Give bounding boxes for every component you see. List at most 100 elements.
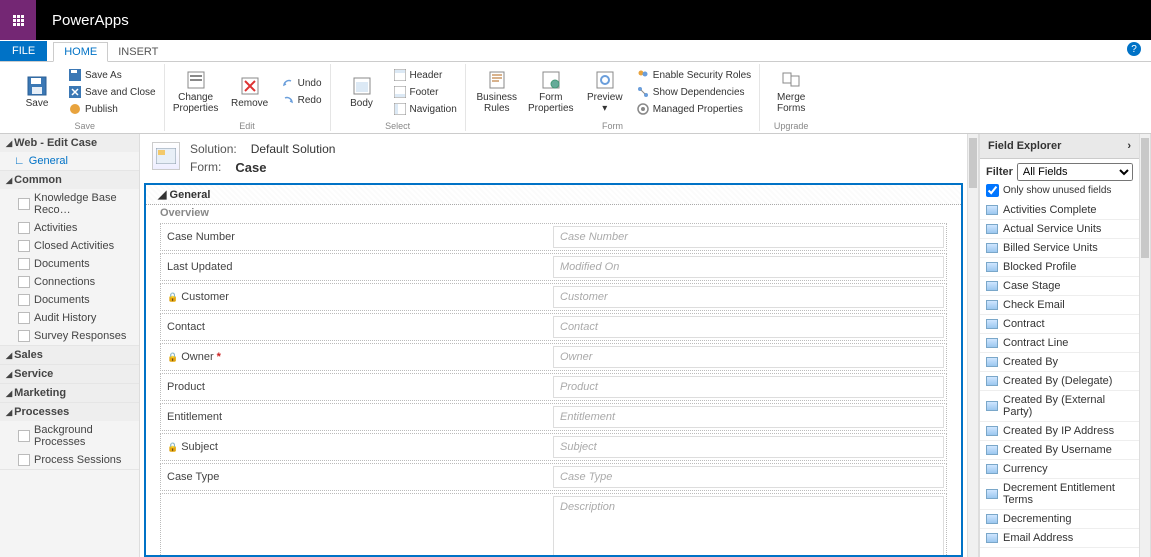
section-general[interactable]: ◢ General xyxy=(146,185,961,205)
form-field[interactable]: ProductProduct xyxy=(160,373,947,401)
field-placeholder[interactable]: Customer xyxy=(553,286,944,308)
form-field[interactable]: DescriptionDescription xyxy=(160,493,947,557)
form-field[interactable]: Last UpdatedModified On xyxy=(160,253,947,281)
nav-service[interactable]: ◢Service xyxy=(0,365,139,383)
field-icon xyxy=(986,243,998,253)
explorer-item[interactable]: Created By (External Party) xyxy=(980,391,1139,422)
field-placeholder[interactable]: Case Number xyxy=(553,226,944,248)
nav-item[interactable]: Documents xyxy=(0,291,139,309)
nav-item[interactable]: Background Processes xyxy=(0,421,139,451)
field-icon xyxy=(986,338,998,348)
nav-processes[interactable]: ◢Processes xyxy=(0,403,139,421)
nav-item[interactable]: Documents xyxy=(0,255,139,273)
field-placeholder[interactable]: Subject xyxy=(553,436,944,458)
nav-item[interactable]: Survey Responses xyxy=(0,327,139,345)
save-close-button[interactable]: Save and Close xyxy=(66,84,158,100)
field-placeholder[interactable]: Description xyxy=(553,496,944,557)
managed-properties-button[interactable]: Managed Properties xyxy=(634,101,753,117)
nav-marketing[interactable]: ◢Marketing xyxy=(0,384,139,402)
save-as-button[interactable]: Save As xyxy=(66,67,158,83)
nav-item[interactable]: Process Sessions xyxy=(0,451,139,469)
tab-file[interactable]: FILE xyxy=(0,41,47,61)
filter-select[interactable]: All Fields xyxy=(1017,163,1133,181)
header-icon xyxy=(393,68,407,82)
app-launcher[interactable] xyxy=(0,0,36,40)
explorer-item[interactable]: Created By IP Address xyxy=(980,422,1139,441)
footer-button[interactable]: Footer xyxy=(391,84,459,100)
save-button[interactable]: Save xyxy=(12,74,62,111)
explorer-item[interactable]: Activities Complete xyxy=(980,201,1139,220)
preview-icon xyxy=(595,70,615,90)
nav-item[interactable]: Connections xyxy=(0,273,139,291)
field-label: Case Type xyxy=(161,464,551,490)
body-button[interactable]: Body xyxy=(337,74,387,111)
nav-sales[interactable]: ◢Sales xyxy=(0,346,139,364)
redo-button[interactable]: Redo xyxy=(279,93,324,109)
change-properties-button[interactable]: Change Properties xyxy=(171,68,221,116)
explorer-item[interactable]: Case Stage xyxy=(980,277,1139,296)
explorer-item[interactable]: Decrementing xyxy=(980,510,1139,529)
field-placeholder[interactable]: Modified On xyxy=(553,256,944,278)
help-icon[interactable]: ? xyxy=(1127,42,1141,56)
explorer-item[interactable]: Created By Username xyxy=(980,441,1139,460)
field-icon xyxy=(986,514,998,524)
explorer-item[interactable]: Created By xyxy=(980,353,1139,372)
explorer-item[interactable]: Contract Line xyxy=(980,334,1139,353)
field-placeholder[interactable]: Entitlement xyxy=(553,406,944,428)
main-scrollbar[interactable] xyxy=(967,134,979,557)
navigation-icon xyxy=(393,102,407,116)
preview-button[interactable]: Preview ▾ xyxy=(580,68,630,116)
nav-common[interactable]: ◢Common xyxy=(0,171,139,189)
navigation-button[interactable]: Navigation xyxy=(391,101,459,117)
footer-icon xyxy=(393,85,407,99)
explorer-item[interactable]: Decrement Entitlement Terms xyxy=(980,479,1139,510)
explorer-scrollbar[interactable] xyxy=(1139,134,1151,557)
merge-forms-button[interactable]: Merge Forms xyxy=(766,68,816,116)
explorer-item[interactable]: Email Address xyxy=(980,529,1139,548)
nav-webedit[interactable]: ◢Web - Edit Case xyxy=(0,134,139,152)
explorer-item[interactable]: Blocked Profile xyxy=(980,258,1139,277)
remove-button[interactable]: Remove xyxy=(225,74,275,111)
business-rules-button[interactable]: Business Rules xyxy=(472,68,522,116)
nav-item[interactable]: Audit History xyxy=(0,309,139,327)
tab-insert[interactable]: INSERT xyxy=(108,43,168,61)
properties-icon xyxy=(186,70,206,90)
explorer-item[interactable]: Created By (Delegate) xyxy=(980,372,1139,391)
dependencies-button[interactable]: Show Dependencies xyxy=(634,84,753,100)
header-button[interactable]: Header xyxy=(391,67,459,83)
publish-button[interactable]: Publish xyxy=(66,101,158,117)
undo-button[interactable]: Undo xyxy=(279,76,324,92)
form-properties-button[interactable]: Form Properties xyxy=(526,68,576,116)
explorer-item[interactable]: Actual Service Units xyxy=(980,220,1139,239)
nav-item[interactable]: Closed Activities xyxy=(0,237,139,255)
tab-home[interactable]: HOME xyxy=(53,42,108,62)
form-canvas[interactable]: ◢ General Overview Case NumberCase Numbe… xyxy=(144,183,963,557)
field-label: Last Updated xyxy=(161,254,551,280)
security-roles-button[interactable]: Enable Security Roles xyxy=(634,67,753,83)
form-field[interactable]: ContactContact xyxy=(160,313,947,341)
explorer-item[interactable]: Billed Service Units xyxy=(980,239,1139,258)
nav-item[interactable]: Activities xyxy=(0,219,139,237)
field-placeholder[interactable]: Product xyxy=(553,376,944,398)
scrollbar-thumb[interactable] xyxy=(969,138,977,188)
collapse-icon[interactable]: › xyxy=(1127,140,1131,152)
scrollbar-thumb[interactable] xyxy=(1141,138,1149,258)
field-placeholder[interactable]: Owner xyxy=(553,346,944,368)
form-field[interactable]: 🔒CustomerCustomer xyxy=(160,283,947,311)
form-field[interactable]: Case TypeCase Type xyxy=(160,463,947,491)
explorer-item[interactable]: Contract xyxy=(980,315,1139,334)
form-field[interactable]: EntitlementEntitlement xyxy=(160,403,947,431)
save-as-icon xyxy=(68,68,82,82)
form-field[interactable]: 🔒SubjectSubject xyxy=(160,433,947,461)
explorer-item[interactable]: Currency xyxy=(980,460,1139,479)
nav-item[interactable]: Knowledge Base Reco… xyxy=(0,189,139,219)
form-name: Case xyxy=(235,160,266,175)
field-icon xyxy=(986,533,998,543)
field-placeholder[interactable]: Contact xyxy=(553,316,944,338)
unused-checkbox[interactable] xyxy=(986,184,999,197)
form-field[interactable]: Case NumberCase Number xyxy=(160,223,947,251)
nav-general[interactable]: ∟ General xyxy=(0,152,139,170)
field-placeholder[interactable]: Case Type xyxy=(553,466,944,488)
explorer-item[interactable]: Check Email xyxy=(980,296,1139,315)
form-field[interactable]: 🔒Owner *Owner xyxy=(160,343,947,371)
